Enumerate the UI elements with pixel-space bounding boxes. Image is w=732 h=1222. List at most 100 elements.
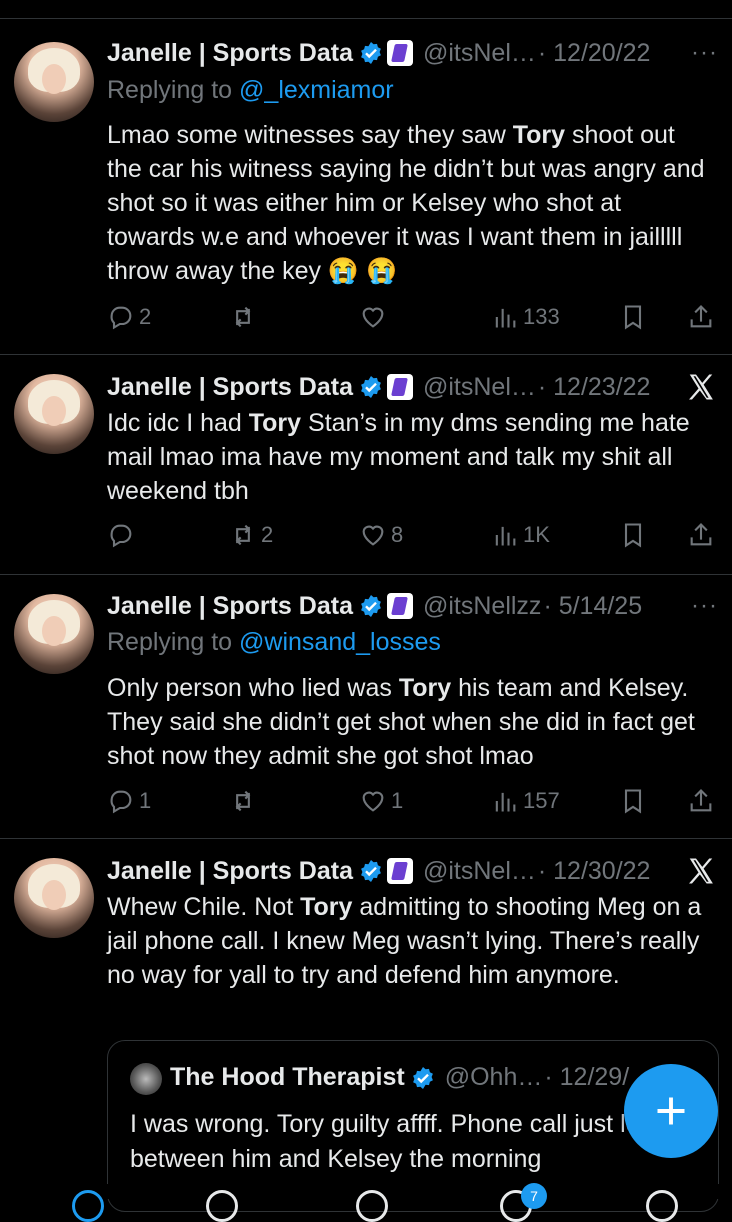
tweet-header: Janelle | Sports Data @itsNel… · 12/30/2…	[107, 854, 718, 888]
tweet-actions: 2 8 1K	[107, 518, 717, 552]
verified-icon	[361, 42, 381, 64]
display-name[interactable]: Janelle | Sports Data	[107, 39, 353, 68]
home-icon[interactable]	[72, 1190, 104, 1222]
quoted-header: The Hood Therapist @Ohh… · 12/29/	[170, 1063, 629, 1092]
share-button[interactable]	[687, 784, 719, 818]
handle[interactable]: @itsNel…	[423, 857, 536, 886]
views-button[interactable]: 157	[491, 784, 560, 818]
repost-button[interactable]	[229, 300, 261, 334]
tweet-text: Lmao some witnesses say they saw Tory sh…	[107, 121, 705, 285]
replying-to: Replying to @winsand_losses	[107, 628, 441, 657]
timestamp[interactable]: · 12/30/22	[538, 857, 651, 886]
timestamp[interactable]: · 12/20/22	[538, 39, 651, 68]
verified-icon	[412, 1066, 433, 1089]
more-icon[interactable]: ···	[691, 39, 718, 67]
display-name[interactable]: Janelle | Sports Data	[107, 373, 353, 402]
repost-icon	[235, 306, 251, 328]
bookmark-button[interactable]	[619, 300, 651, 334]
quoted-display-name: The Hood Therapist	[170, 1063, 405, 1091]
affiliate-badge-icon	[386, 593, 413, 619]
reply-icon	[110, 790, 132, 814]
repost-count: 2	[261, 522, 274, 547]
view-count: 133	[523, 304, 560, 329]
repost-icon	[235, 790, 251, 812]
tweet-header: Janelle | Sports Data @itsNel… · 12/20/2…	[107, 36, 718, 70]
bookmark-icon	[624, 523, 642, 548]
affiliate-badge-icon	[386, 374, 413, 400]
tweet-text: Whew Chile. Not Tory admitting to shooti…	[107, 893, 702, 989]
avatar[interactable]	[14, 374, 94, 454]
replying-to-link[interactable]: @winsand_losses	[239, 628, 441, 656]
reply-button[interactable]: 2	[107, 300, 151, 334]
quoted-handle: @Ohh…	[444, 1063, 543, 1091]
tweet-actions: 1 1 157	[107, 784, 717, 818]
handle[interactable]: @itsNel…	[423, 39, 536, 68]
affiliate-badge-icon	[386, 40, 413, 66]
quoted-timestamp: · 12/29/	[544, 1063, 630, 1091]
share-icon	[690, 789, 712, 812]
display-name[interactable]: Janelle | Sports Data	[107, 857, 353, 886]
replying-to: Replying to @_lexmiamor	[107, 76, 394, 105]
reply-count: 1	[139, 788, 152, 813]
plus-icon	[657, 1097, 685, 1125]
affiliate-badge-icon	[386, 858, 413, 884]
heart-icon	[362, 791, 384, 812]
timestamp[interactable]: · 5/14/25	[543, 592, 642, 621]
share-button[interactable]	[687, 300, 719, 334]
share-icon	[690, 305, 712, 328]
views-icon	[495, 792, 516, 812]
handle[interactable]: @itsNellzz	[423, 592, 541, 621]
reply-icon	[110, 306, 132, 330]
share-button[interactable]	[687, 518, 719, 552]
grok-icon[interactable]	[356, 1190, 388, 1222]
avatar[interactable]	[14, 594, 94, 674]
repost-icon	[235, 524, 251, 546]
divider	[0, 574, 732, 575]
views-button[interactable]: 1K	[491, 518, 550, 552]
top-divider	[0, 18, 732, 19]
repost-button[interactable]: 2	[229, 518, 273, 552]
like-button[interactable]: 1	[359, 784, 403, 818]
compose-button[interactable]	[624, 1064, 718, 1158]
verified-icon	[361, 860, 381, 882]
reply-button[interactable]	[107, 518, 139, 552]
repost-button[interactable]	[229, 784, 261, 818]
divider	[0, 354, 732, 355]
like-button[interactable]	[359, 300, 391, 334]
reply-count: 2	[139, 304, 152, 329]
search-icon[interactable]	[206, 1190, 238, 1222]
quoted-text: I was wrong. Tory guilty affff. Phone ca…	[130, 1110, 694, 1173]
share-icon	[690, 523, 712, 546]
tweet-header: Janelle | Sports Data @itsNellzz · 5/14/…	[107, 589, 718, 623]
replying-prefix: Replying to	[107, 628, 240, 656]
bookmark-icon	[624, 789, 642, 814]
bookmark-icon	[624, 305, 642, 330]
quoted-avatar	[130, 1063, 162, 1095]
x-logo-icon[interactable]	[686, 856, 716, 886]
like-count: 8	[391, 522, 404, 547]
heart-icon	[362, 307, 384, 328]
notification-badge: 7	[521, 1183, 547, 1209]
x-logo-icon[interactable]	[686, 372, 716, 402]
bookmark-button[interactable]	[619, 784, 651, 818]
handle[interactable]: @itsNel…	[423, 373, 536, 402]
heart-icon	[362, 525, 384, 546]
avatar[interactable]	[14, 858, 94, 938]
views-button[interactable]: 133	[491, 300, 560, 334]
bookmark-button[interactable]	[619, 518, 651, 552]
messages-icon[interactable]	[646, 1190, 678, 1222]
tweet-actions: 2 133	[107, 300, 717, 334]
verified-icon	[361, 595, 381, 617]
tweet-header: Janelle | Sports Data @itsNel… · 12/23/2…	[107, 370, 718, 404]
views-icon	[495, 308, 516, 328]
more-icon[interactable]: ···	[691, 592, 718, 620]
view-count: 157	[523, 788, 560, 813]
avatar[interactable]	[14, 42, 94, 122]
like-button[interactable]: 8	[359, 518, 403, 552]
like-count: 1	[391, 788, 404, 813]
replying-to-link[interactable]: @_lexmiamor	[239, 76, 394, 104]
display-name[interactable]: Janelle | Sports Data	[107, 592, 353, 621]
views-icon	[495, 526, 516, 546]
reply-button[interactable]: 1	[107, 784, 151, 818]
timestamp[interactable]: · 12/23/22	[538, 373, 651, 402]
